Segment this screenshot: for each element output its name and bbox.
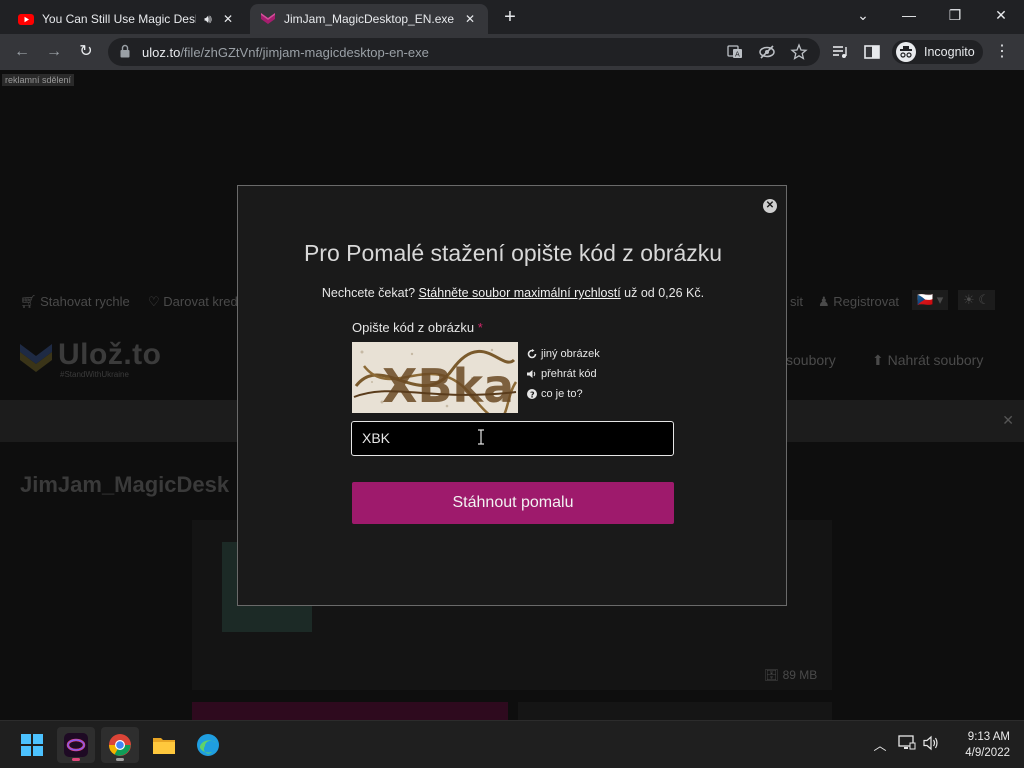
minimize-button[interactable]: — <box>886 0 932 30</box>
forward-button[interactable]: → <box>42 40 66 64</box>
upload-files-button[interactable]: ⬆ Nahrát soubory <box>872 352 983 369</box>
ulozto-favicon-icon <box>261 13 275 24</box>
media-control-icon[interactable] <box>830 42 850 62</box>
system-clock[interactable]: 9:13 AM 4/9/2022 <box>946 729 1010 761</box>
running-indicator <box>72 758 80 761</box>
menu-kebab-icon[interactable]: ⋮ <box>990 40 1014 64</box>
captcha-field-label: Opište kód z obrázku * <box>352 320 483 335</box>
fast-download-button[interactable] <box>192 702 508 720</box>
svg-text:XBka: XBka <box>382 359 514 413</box>
youtube-icon <box>18 14 34 25</box>
ad-label: reklamní sdělení <box>2 74 75 86</box>
back-button[interactable]: ← <box>10 40 34 64</box>
close-tab-icon[interactable]: ✕ <box>220 12 236 26</box>
theme-toggle[interactable]: ☀ ☾ <box>958 290 995 310</box>
url-text: uloz.to/file/zhGZtVnf/jimjam-magicdeskto… <box>142 45 429 60</box>
file-title: JimJam_MagicDesk <box>20 472 230 497</box>
my-files-link[interactable]: soubory <box>786 352 836 368</box>
taskbar-app-edge[interactable] <box>189 727 227 763</box>
folder-icon <box>153 738 175 754</box>
running-indicator <box>116 758 124 761</box>
captcha-links: jiný obrázek přehrát kód ? co je to? <box>527 344 600 404</box>
close-tab-icon[interactable]: ✕ <box>462 12 478 26</box>
captcha-code-input[interactable]: XBK <box>351 421 674 456</box>
tab-ulozto[interactable]: JimJam_MagicDesktop_EN.exe | U ✕ <box>250 4 488 34</box>
clock-time: 9:13 AM <box>967 731 1010 743</box>
incognito-label: Incognito <box>924 45 975 59</box>
band-close-icon[interactable]: ✕ <box>1002 412 1014 429</box>
chrome-icon <box>109 734 131 756</box>
modal-subtitle: Nechcete čekat? Stáhněte soubor maximáln… <box>321 286 705 300</box>
tab-youtube[interactable]: You Can Still Use Magic Desk 🔊︎ ✕ <box>8 4 246 34</box>
fast-download-link[interactable]: Stáhněte soubor maximální rychlostí <box>419 286 621 300</box>
play-captcha-link[interactable]: přehrát kód <box>527 364 600 384</box>
captcha-image: XBka <box>352 342 518 413</box>
lock-icon <box>120 44 130 58</box>
modal-close-icon[interactable]: ✕ <box>763 199 777 213</box>
text-cursor-icon <box>478 429 484 445</box>
tray-overflow-chevron-icon[interactable]: ︿ <box>870 735 890 755</box>
svg-text:?: ? <box>530 390 535 399</box>
bookmark-star-icon[interactable] <box>790 43 808 61</box>
incognito-indicator[interactable]: Incognito <box>892 40 983 64</box>
volume-icon[interactable] <box>922 735 942 755</box>
register-link[interactable]: ♟ Registrovat <box>818 294 899 310</box>
side-panel-icon[interactable] <box>862 42 882 62</box>
creative-cloud-icon <box>64 733 88 757</box>
restore-button[interactable]: ❐ <box>932 0 978 30</box>
reload-button[interactable]: ↻ <box>74 40 98 64</box>
language-selector[interactable]: 🇨🇿︎ ▾ <box>912 290 949 310</box>
translate-icon[interactable]: A <box>726 43 744 61</box>
incognito-icon <box>896 42 916 62</box>
logo-mark-icon <box>20 344 52 372</box>
windows-logo-icon <box>21 734 43 756</box>
tab-search-icon[interactable]: ⌄ <box>840 0 886 30</box>
file-size: 🗄︎ 89 MB <box>764 668 818 682</box>
question-circle-icon: ? <box>527 389 537 399</box>
taskbar-app-creative-cloud[interactable] <box>57 727 95 763</box>
clock-date: 4/9/2022 <box>965 747 1010 759</box>
new-tab-button[interactable]: + <box>498 6 522 30</box>
taskbar-app-file-explorer[interactable] <box>145 727 183 763</box>
slow-download-button[interactable] <box>518 702 832 720</box>
refresh-icon <box>527 349 537 359</box>
donate-link[interactable]: ♡ Darovat kred <box>148 294 238 310</box>
network-icon[interactable] <box>897 735 917 755</box>
close-window-button[interactable]: ✕ <box>978 0 1024 30</box>
new-captcha-link[interactable]: jiný obrázek <box>527 344 600 364</box>
what-is-this-link[interactable]: ? co je to? <box>527 384 600 404</box>
fast-download-link[interactable]: 🛒︎ Stahovat rychle <box>20 294 130 310</box>
required-mark: * <box>477 320 483 335</box>
tracking-blocked-eye-icon[interactable] <box>758 43 776 61</box>
speaker-icon <box>527 370 536 378</box>
logo-word: Ulož.to <box>58 338 162 371</box>
svg-text:A: A <box>735 51 740 59</box>
speaker-icon[interactable]: 🔊︎ <box>200 12 216 27</box>
login-link[interactable]: sit <box>790 294 803 309</box>
edge-icon <box>197 734 219 756</box>
start-button[interactable] <box>13 727 51 763</box>
windows-taskbar: ︿ 9:13 AM 4/9/2022 <box>0 720 1024 768</box>
browser-toolbar: ← → ↻ uloz.to/file/zhGZtVnf/jimjam-magic… <box>0 34 1024 70</box>
ulozto-logo[interactable]: Ulož.to #StandWithUkraine <box>20 338 162 379</box>
captcha-modal: ✕ Pro Pomalé stažení opište kód z obrázk… <box>237 185 787 606</box>
browser-tab-bar: You Can Still Use Magic Desk 🔊︎ ✕ JimJam… <box>0 0 1024 34</box>
tab-title: You Can Still Use Magic Desk <box>42 12 196 26</box>
address-bar[interactable]: uloz.to/file/zhGZtVnf/jimjam-magicdeskto… <box>108 38 820 66</box>
tab-title: JimJam_MagicDesktop_EN.exe | U <box>284 12 458 26</box>
logo-tagline: #StandWithUkraine <box>60 370 129 379</box>
modal-title: Pro Pomalé stažení opište kód z obrázku <box>303 240 723 266</box>
download-slowly-button[interactable]: Stáhnout pomalu <box>352 482 674 524</box>
taskbar-app-chrome[interactable] <box>101 727 139 763</box>
